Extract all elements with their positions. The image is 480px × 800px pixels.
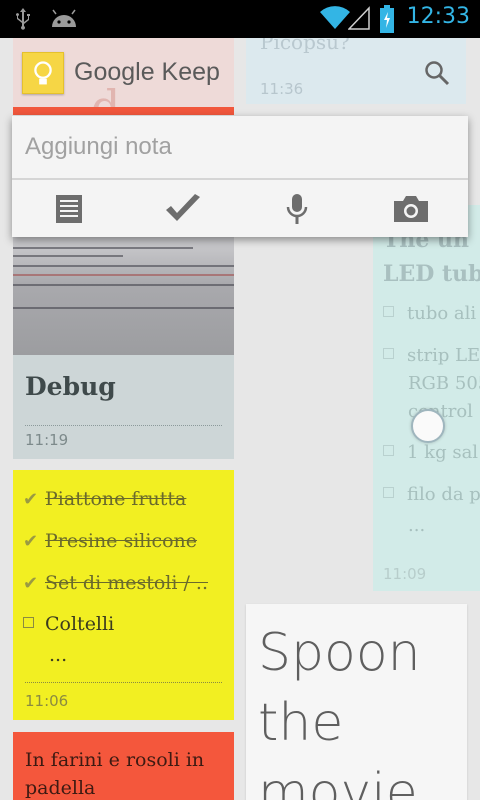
divider [25, 425, 222, 426]
note-card[interactable]: The un LED tub tubo ali strip LE RGB 505… [373, 205, 480, 591]
more-items-indicator: ... [49, 644, 68, 666]
microphone-icon [286, 193, 308, 224]
app-title: Google Keep [74, 58, 220, 86]
list-item: ✔ Piattone frutta [23, 488, 187, 510]
list-item: Coltelli [23, 613, 223, 635]
note-timestamp: 11:19 [25, 431, 69, 449]
search-icon[interactable] [424, 60, 450, 86]
more-items-indicator: ... [408, 515, 426, 536]
wifi-icon [320, 6, 350, 29]
list-item: ✔ Set di mestoli / .. [23, 572, 209, 594]
list-item: tubo ali [383, 301, 480, 327]
check-icon: ✔ [23, 489, 39, 510]
note-text: Spoon the movie [258, 623, 421, 800]
usb-icon [16, 8, 30, 30]
add-note-card [12, 116, 468, 237]
checkbox-icon [383, 348, 394, 359]
list-item: strip LE [383, 343, 480, 369]
note-title: Debug [25, 372, 116, 401]
checkbox-icon [23, 617, 34, 628]
note-card[interactable]: Spoon the movie [246, 604, 467, 800]
note-text: In farini e rosoli in padella [25, 749, 205, 799]
check-icon: ✔ [23, 573, 39, 594]
checkbox-icon [383, 445, 394, 456]
note-timestamp: 11:09 [383, 565, 427, 583]
note-image [13, 237, 234, 355]
list-item: filo da p [383, 482, 480, 508]
battery-icon [380, 5, 394, 33]
status-bar: 12:33 [0, 0, 480, 38]
clock: 12:33 [406, 4, 470, 29]
voice-note-button[interactable] [240, 180, 354, 237]
note-card[interactable]: ✔ Piattone frutta ✔ Presine silicone ✔ Set … [13, 470, 234, 720]
check-icon: ✔ [23, 531, 39, 552]
checklist-icon [166, 193, 200, 221]
note-timestamp: 11:06 [25, 692, 69, 710]
checkbox-icon [383, 487, 394, 498]
android-debug-icon [52, 9, 76, 27]
keep-logo-icon[interactable] [22, 52, 64, 94]
list-item: ✔ Presine silicone [23, 530, 197, 552]
list-item-continued: RGB 505 [408, 373, 480, 394]
checklist-button[interactable] [126, 180, 240, 237]
signal-icon [348, 6, 370, 30]
photo-note-button[interactable] [354, 180, 468, 237]
action-bar: Google Keep [0, 38, 480, 112]
checkbox-icon [383, 306, 394, 317]
text-note-button[interactable] [12, 180, 126, 237]
camera-icon [394, 195, 428, 222]
note-card[interactable]: In farini e rosoli in padella [13, 732, 234, 800]
add-note-input[interactable] [12, 116, 468, 178]
text-note-icon [56, 194, 82, 223]
divider [25, 682, 222, 683]
note-card[interactable]: Debug 11:19 [13, 237, 234, 459]
touch-indicator [411, 409, 445, 443]
list-item: 1 kg sal [383, 440, 480, 466]
